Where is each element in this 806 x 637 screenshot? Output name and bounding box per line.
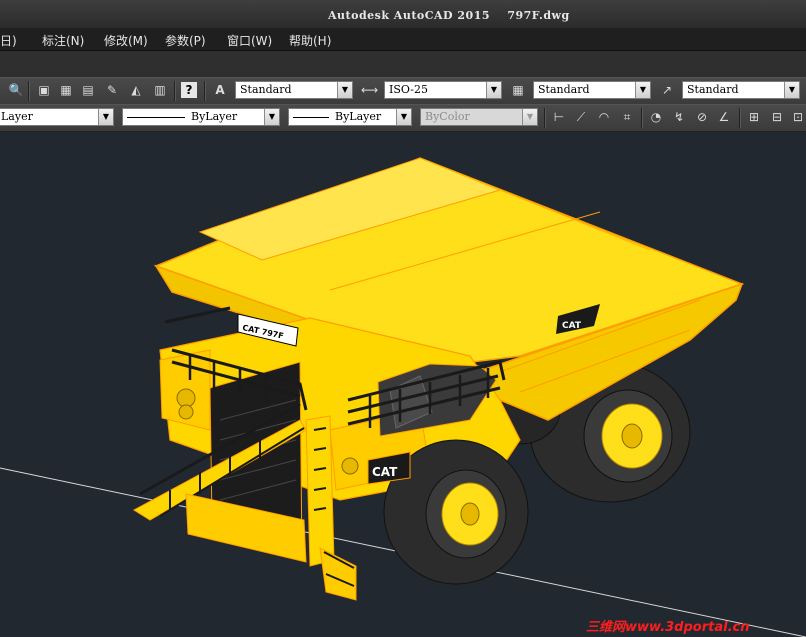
table-style-icon[interactable]: ▦ — [510, 82, 526, 98]
lineweight-preview — [293, 116, 329, 118]
menu-parametric[interactable]: 参数(P) — [165, 32, 206, 49]
lineweight-value: ByLayer — [335, 110, 382, 123]
chevron-down-icon[interactable]: ▼ — [396, 109, 411, 125]
chevron-down-icon[interactable]: ▼ — [486, 82, 501, 98]
menu-help[interactable]: 帮助(H) — [289, 32, 331, 49]
sheet-set-icon[interactable]: ✎ — [104, 82, 120, 98]
toolbar-separator — [28, 81, 30, 101]
baseline-dim-icon[interactable]: ⊟ — [769, 109, 785, 125]
aligned-dim-icon[interactable]: ⟋ — [573, 109, 589, 125]
angular-dim-icon[interactable]: ∠ — [716, 109, 732, 125]
quick-dim-icon[interactable]: ⊞ — [746, 109, 762, 125]
arc-length-icon[interactable]: ◠ — [596, 109, 612, 125]
radius-dim-icon[interactable]: ◔ — [648, 109, 664, 125]
table-style-select[interactable]: Standard ▼ — [533, 81, 651, 99]
menu-modify[interactable]: 修改(M) — [104, 32, 148, 49]
diameter-dim-icon[interactable]: ⊘ — [694, 109, 710, 125]
chevron-down-icon[interactable]: ▼ — [784, 82, 799, 98]
toolbar-separator — [174, 81, 176, 101]
menu-bar: 日) 标注(N) 修改(M) 参数(P) 窗口(W) 帮助(H) — [0, 28, 806, 51]
svg-text:CAT: CAT — [562, 321, 582, 331]
text-style-select[interactable]: Standard ▼ — [235, 81, 353, 99]
dim-style-icon[interactable]: ⟷ — [361, 82, 378, 98]
linetype-preview — [127, 116, 185, 118]
toolbar-separator — [544, 108, 546, 128]
layer-value: Layer — [1, 110, 33, 123]
drawing-viewport[interactable]: CAT 797F CAT CAT — [0, 131, 806, 637]
menu-view[interactable]: 日) — [0, 32, 17, 49]
styles-toolbar: 🔍 ▣ ▦ ▤ ✎ ◭ ▥ ? A Standard ▼ ⟷ ISO-25 ▼ … — [0, 77, 806, 105]
ribbon-gap — [0, 51, 806, 77]
menu-window[interactable]: 窗口(W) — [227, 32, 272, 49]
continue-dim-icon[interactable]: ⊡ — [790, 109, 806, 125]
help-icon[interactable]: ? — [181, 82, 197, 98]
zoom-icon[interactable]: 🔍 — [8, 82, 24, 98]
multileader-style-select[interactable]: Standard ▼ — [682, 81, 800, 99]
dim-style-value: ISO-25 — [389, 83, 429, 96]
design-center-icon[interactable]: ▦ — [58, 82, 74, 98]
calculator-icon[interactable]: ▥ — [152, 82, 168, 98]
chevron-down-icon: ▼ — [522, 109, 537, 125]
watermark: 三维网www.3dportal.cn — [586, 620, 750, 635]
chevron-down-icon[interactable]: ▼ — [98, 109, 113, 125]
svg-text:CAT: CAT — [372, 465, 398, 479]
title-bar: Autodesk AutoCAD 2015 797F.dwg — [0, 0, 806, 28]
properties-toolbar: Layer ▼ ByLayer ▼ ByLayer ▼ ByColor ▼ ⊢ … — [0, 104, 806, 132]
table-style-value: Standard — [538, 83, 590, 96]
multileader-style-icon[interactable]: ↗ — [659, 82, 675, 98]
plotstyle-value: ByColor — [425, 110, 470, 123]
ordinate-dim-icon[interactable]: ⌗ — [619, 109, 635, 125]
text-style-icon[interactable]: A — [212, 82, 228, 98]
tool-palettes-icon[interactable]: ▤ — [80, 82, 96, 98]
linear-dim-icon[interactable]: ⊢ — [551, 109, 567, 125]
dim-style-select[interactable]: ISO-25 ▼ — [384, 81, 502, 99]
lineweight-select[interactable]: ByLayer ▼ — [288, 108, 412, 126]
markup-icon[interactable]: ◭ — [128, 82, 144, 98]
toolbar-separator — [204, 81, 206, 101]
chevron-down-icon[interactable]: ▼ — [264, 109, 279, 125]
linetype-value: ByLayer — [191, 110, 238, 123]
toolbar-separator — [641, 108, 643, 128]
toolbar-separator — [739, 108, 741, 128]
multileader-style-value: Standard — [687, 83, 739, 96]
layer-select[interactable]: Layer ▼ — [0, 108, 114, 126]
jogged-dim-icon[interactable]: ↯ — [671, 109, 687, 125]
chevron-down-icon[interactable]: ▼ — [337, 82, 352, 98]
text-style-value: Standard — [240, 83, 292, 96]
plotstyle-select: ByColor ▼ — [420, 108, 538, 126]
linetype-select[interactable]: ByLayer ▼ — [122, 108, 280, 126]
menu-dimension[interactable]: 标注(N) — [42, 32, 84, 49]
chevron-down-icon[interactable]: ▼ — [635, 82, 650, 98]
properties-icon[interactable]: ▣ — [36, 82, 52, 98]
window-title: Autodesk AutoCAD 2015 797F.dwg — [328, 9, 570, 22]
